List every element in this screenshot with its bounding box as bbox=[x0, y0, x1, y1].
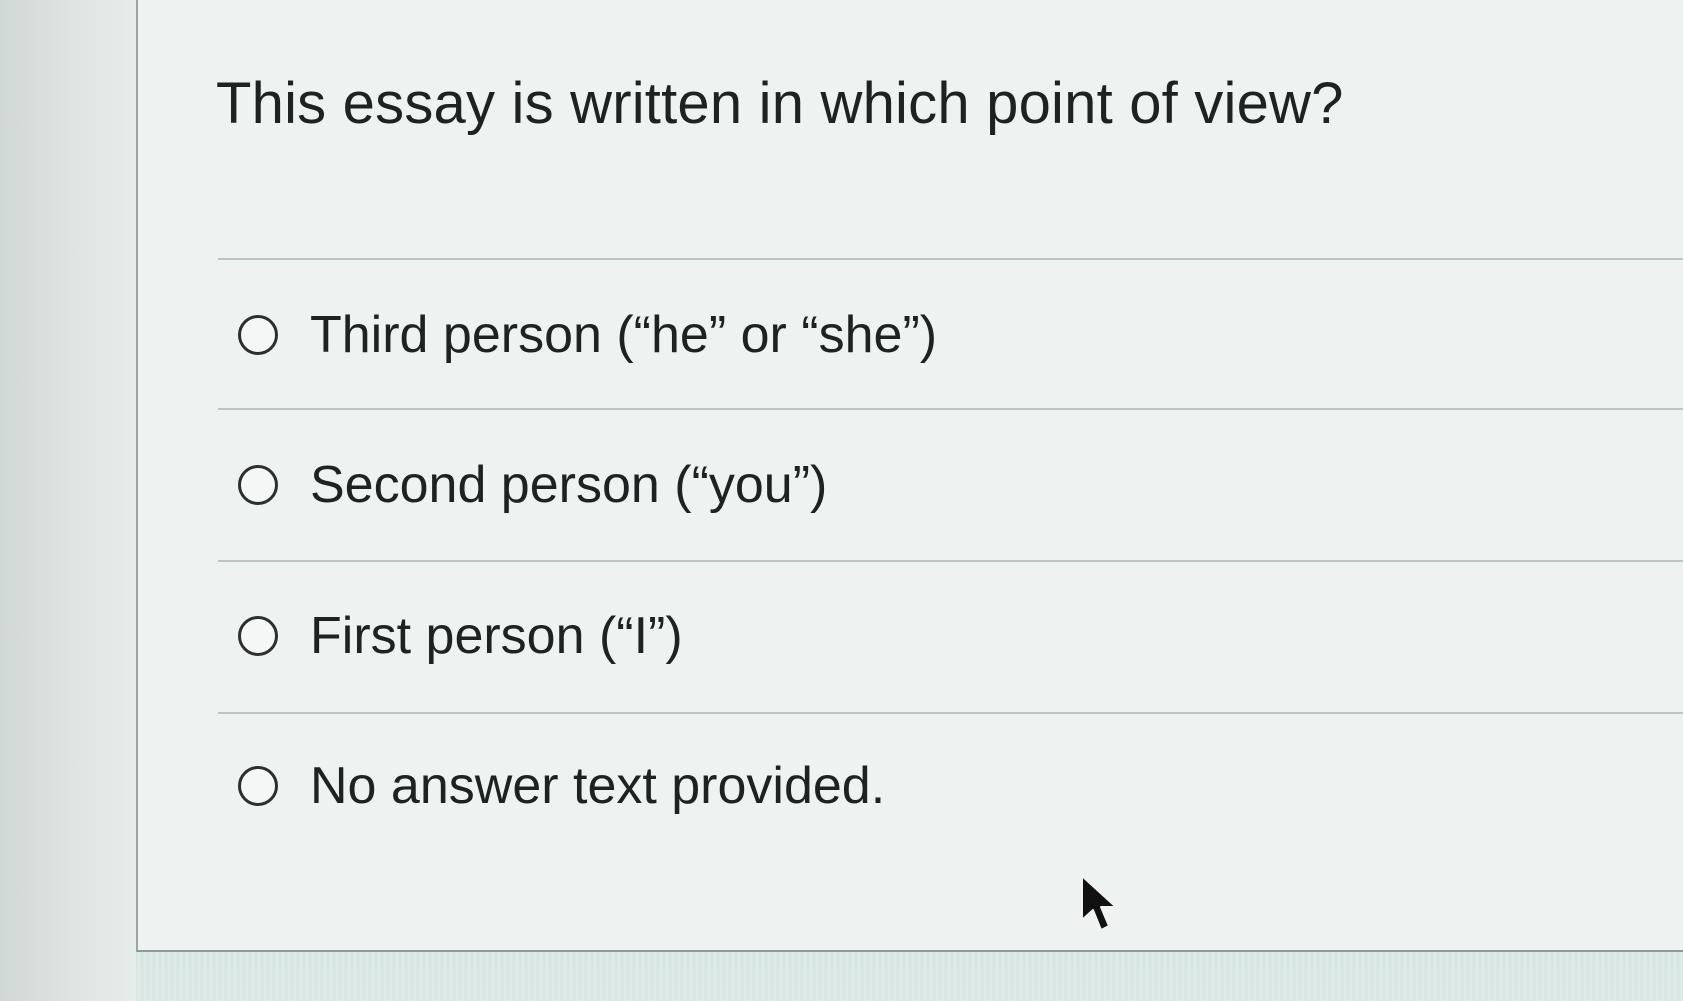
page-margin bbox=[0, 0, 136, 1001]
radio-unchecked-icon[interactable] bbox=[238, 315, 278, 355]
divider bbox=[218, 712, 1683, 714]
answer-option-first-person[interactable]: First person (“I”) bbox=[238, 586, 683, 686]
screen: This essay is written in which point of … bbox=[0, 0, 1683, 1001]
radio-unchecked-icon[interactable] bbox=[238, 616, 278, 656]
answer-option-second-person[interactable]: Second person (“you”) bbox=[238, 435, 827, 535]
radio-unchecked-icon[interactable] bbox=[238, 465, 278, 505]
mouse-pointer-icon bbox=[1081, 875, 1117, 931]
option-label: First person (“I”) bbox=[310, 607, 683, 665]
divider bbox=[218, 560, 1683, 562]
divider bbox=[218, 408, 1683, 410]
answer-options: Third person (“he” or “she”) Second pers… bbox=[138, 0, 1683, 950]
answer-option-third-person[interactable]: Third person (“he” or “she”) bbox=[238, 285, 937, 385]
option-label: Third person (“he” or “she”) bbox=[310, 306, 938, 364]
answer-option-no-answer[interactable]: No answer text provided. bbox=[238, 736, 885, 836]
option-label: No answer text provided. bbox=[310, 757, 886, 815]
option-label: Second person (“you”) bbox=[310, 456, 828, 514]
question-card: This essay is written in which point of … bbox=[136, 0, 1683, 952]
radio-unchecked-icon[interactable] bbox=[238, 766, 278, 806]
